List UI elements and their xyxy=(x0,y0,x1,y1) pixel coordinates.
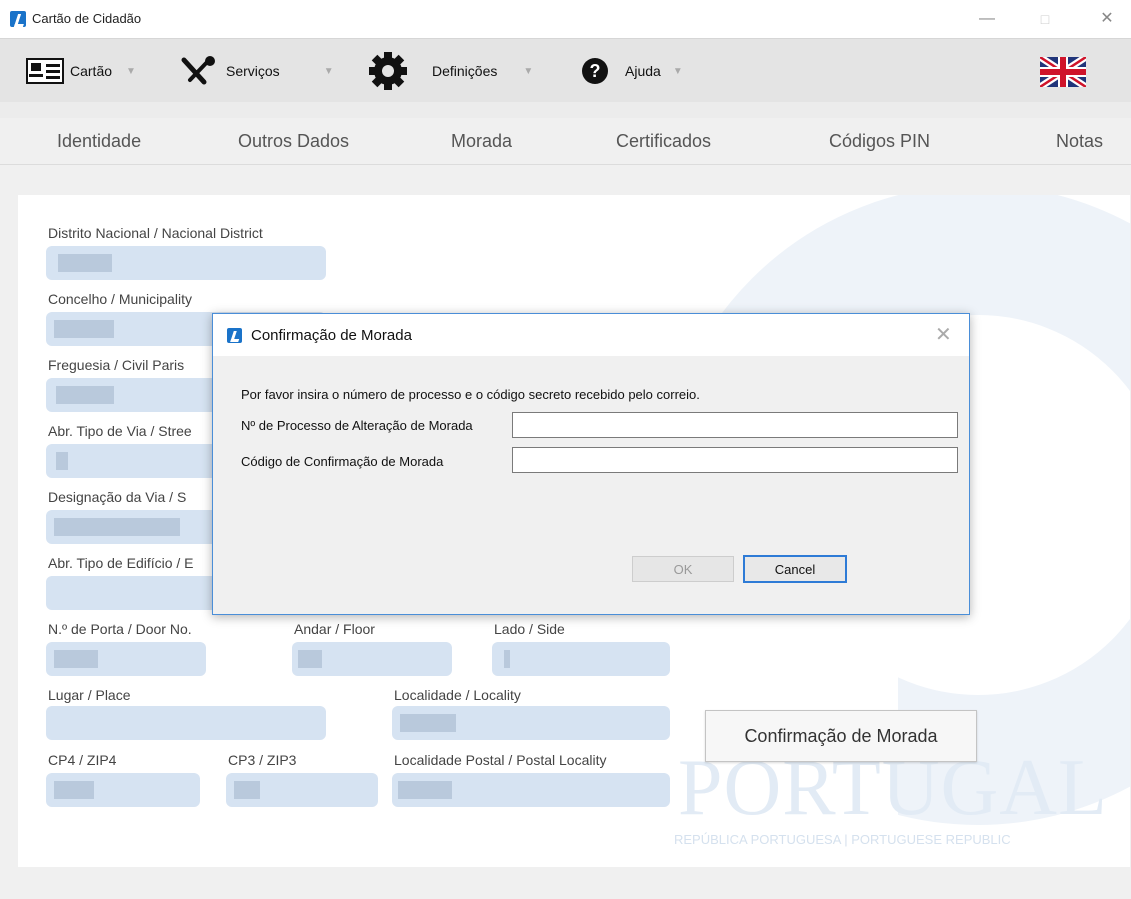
label-localidade-postal: Localidade Postal / Postal Locality xyxy=(394,752,607,768)
menu-servicos[interactable]: Serviços ▼ xyxy=(180,51,334,91)
language-button[interactable] xyxy=(1038,54,1088,92)
window-titlebar: Cartão de Cidadão — □ ✕ xyxy=(0,0,1131,38)
uk-flag-icon xyxy=(1038,54,1088,90)
label-designacao-via: Designação da Via / S xyxy=(48,489,187,505)
svg-text:?: ? xyxy=(590,61,601,81)
field-distrito[interactable] xyxy=(46,246,326,280)
label-lado: Lado / Side xyxy=(494,621,565,637)
minimize-button[interactable]: — xyxy=(972,8,1002,30)
tab-identidade[interactable]: Identidade xyxy=(57,131,141,152)
cancel-button[interactable]: Cancel xyxy=(743,555,847,583)
label-andar: Andar / Floor xyxy=(294,621,375,637)
field-localidade-postal[interactable] xyxy=(392,773,670,807)
label-distrito: Distrito Nacional / Nacional District xyxy=(48,225,263,241)
menu-ajuda[interactable]: ? Ajuda ▼ xyxy=(581,51,683,91)
dialog-instructions: Por favor insira o número de processo e … xyxy=(241,387,700,402)
confirmation-code-input[interactable] xyxy=(512,447,958,473)
tab-outros-dados[interactable]: Outros Dados xyxy=(238,131,349,152)
confirm-address-button[interactable]: Confirmação de Morada xyxy=(705,710,977,762)
field-localidade[interactable] xyxy=(392,706,670,740)
app-logo-icon xyxy=(10,11,26,27)
confirmation-code-label: Código de Confirmação de Morada xyxy=(241,454,444,469)
menu-cartao[interactable]: Cartão ▼ xyxy=(26,51,136,91)
address-confirmation-dialog: Confirmação de Morada ✕ Por favor insira… xyxy=(212,313,970,615)
label-cp3: CP3 / ZIP3 xyxy=(228,752,297,768)
tab-morada[interactable]: Morada xyxy=(451,131,512,152)
chevron-down-icon: ▼ xyxy=(126,65,136,77)
menu-separator xyxy=(0,102,1131,118)
field-andar[interactable] xyxy=(292,642,452,676)
chevron-down-icon: ▼ xyxy=(523,65,534,77)
label-concelho: Concelho / Municipality xyxy=(48,291,192,307)
chevron-down-icon: ▼ xyxy=(672,65,683,77)
tab-codigos-pin[interactable]: Códigos PIN xyxy=(829,131,930,152)
tab-bar: Identidade Outros Dados Morada Certifica… xyxy=(0,118,1131,165)
process-number-label: Nº de Processo de Alteração de Morada xyxy=(241,418,473,433)
maximize-button[interactable]: □ xyxy=(1030,8,1060,30)
field-lugar[interactable] xyxy=(46,706,326,740)
dialog-titlebar: Confirmação de Morada ✕ xyxy=(213,314,969,356)
label-localidade: Localidade / Locality xyxy=(394,687,521,703)
menu-label: Definições xyxy=(432,63,498,79)
field-cp4[interactable] xyxy=(46,773,200,807)
label-freguesia: Freguesia / Civil Paris xyxy=(48,357,185,373)
help-icon: ? xyxy=(582,58,608,84)
tab-certificados[interactable]: Certificados xyxy=(616,131,711,152)
dialog-close-button[interactable]: ✕ xyxy=(935,322,952,347)
card-icon xyxy=(26,58,64,84)
label-tipo-edificio: Abr. Tipo de Edifício / E xyxy=(48,555,194,571)
menu-definicoes[interactable]: Definições ▼ xyxy=(368,51,533,91)
gear-icon xyxy=(369,52,407,90)
ok-button[interactable]: OK xyxy=(632,556,734,582)
label-porta: N.º de Porta / Door No. xyxy=(48,621,192,637)
menu-label: Ajuda xyxy=(625,63,661,79)
menu-label: Cartão xyxy=(70,63,113,79)
process-number-input[interactable] xyxy=(512,412,958,438)
label-cp4: CP4 / ZIP4 xyxy=(48,752,117,768)
menu-label: Serviços xyxy=(226,63,280,79)
app-logo-icon xyxy=(227,328,242,343)
field-porta[interactable] xyxy=(46,642,206,676)
label-lugar: Lugar / Place xyxy=(48,687,131,703)
label-tipo-via: Abr. Tipo de Via / Stree xyxy=(48,423,192,439)
portugal-subtitle: REPÚBLICA PORTUGUESA | PORTUGUESE REPUBL… xyxy=(674,832,1011,847)
field-cp3[interactable] xyxy=(226,773,378,807)
tab-notas[interactable]: Notas xyxy=(1056,131,1103,152)
chevron-down-icon: ▼ xyxy=(323,65,334,77)
close-button[interactable]: ✕ xyxy=(1092,8,1122,30)
window-title: Cartão de Cidadão xyxy=(32,11,142,26)
dialog-title: Confirmação de Morada xyxy=(251,327,412,344)
field-lado[interactable] xyxy=(492,642,670,676)
tools-icon xyxy=(181,56,215,85)
